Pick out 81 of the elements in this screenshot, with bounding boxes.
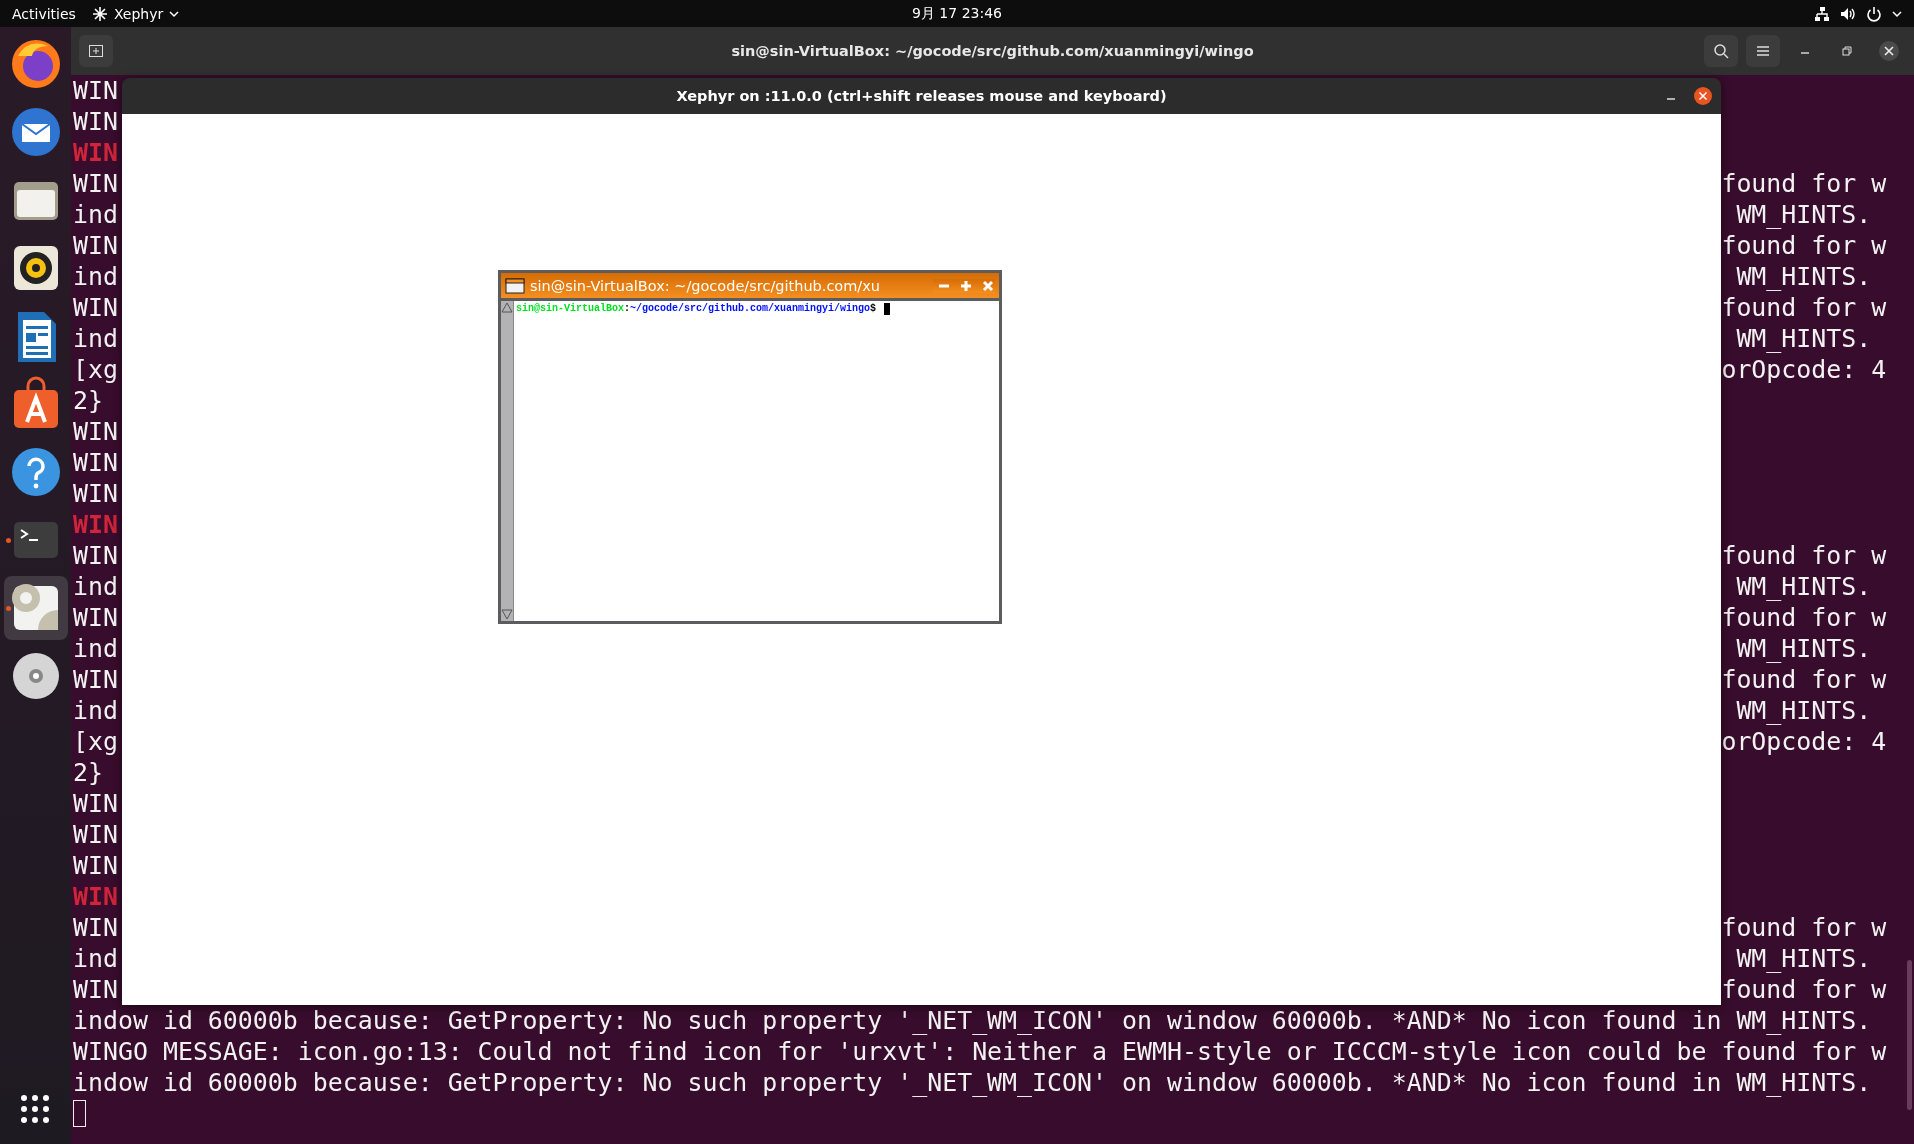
terminal-text: found for w xyxy=(1721,912,1887,943)
network-icon[interactable] xyxy=(1814,5,1830,22)
caret-icon xyxy=(169,9,180,18)
terminal-text: indow id 60000b because: GetProperty: No such property '_NET_WM_ICON' on window 60000b. *AND* No icon found in WM_HINTS. xyxy=(73,1005,1872,1036)
terminal-text: indow id 60000b because: GetProperty: No such property '_NET_WM_ICON' on window 60000b. *AND* No icon found in WM_HINTS. xyxy=(73,1067,1872,1098)
sparkle-icon xyxy=(91,5,108,22)
terminal-text: ind xyxy=(73,571,118,602)
terminal-text: WM_HINTS. xyxy=(1735,261,1872,292)
scrollbar-thumb[interactable] xyxy=(1907,960,1912,1110)
terminal-text: WIN xyxy=(73,912,118,943)
terminal-text: WIN xyxy=(73,509,118,540)
window-icon xyxy=(505,277,525,294)
app-grid-icon[interactable] xyxy=(18,1092,52,1126)
terminal-text: ind xyxy=(73,199,118,230)
text-cursor xyxy=(884,303,891,315)
down-arrow-icon[interactable] xyxy=(501,609,513,621)
terminal-text: WIN xyxy=(73,447,118,478)
terminal-text: found for w xyxy=(1721,168,1887,199)
window-title: sin@sin-VirtualBox: ~/gocode/src/github.com/xuanmingyi/wingo xyxy=(731,43,1254,59)
terminal-text: WIN xyxy=(73,540,118,571)
terminal-text: found for w xyxy=(1721,974,1887,1005)
terminal-text: WIN xyxy=(73,664,118,695)
terminal-text: [xg xyxy=(73,354,118,385)
new-tab-button[interactable] xyxy=(79,35,113,67)
terminal-text: WM_HINTS. xyxy=(1735,571,1872,602)
terminal-text: found for w xyxy=(1721,292,1887,323)
terminal-text: WIN xyxy=(73,106,118,137)
terminal-text: WM_HINTS. xyxy=(1735,633,1872,664)
close-icon[interactable] xyxy=(1693,86,1713,106)
dock-item[interactable] xyxy=(3,576,68,640)
caret-icon[interactable] xyxy=(1892,9,1902,18)
terminal-text: WIN xyxy=(73,788,118,819)
terminal-text: ind xyxy=(73,695,118,726)
window-title: sin@sin-VirtualBox: ~/gocode/src/github.com/xu xyxy=(530,277,880,294)
terminal-text: WIN xyxy=(73,137,118,168)
terminal-text: orOpcode: 4 xyxy=(1721,726,1887,757)
terminal-text: WINGO MESSAGE: icon.go:13: Could not find icon for 'urxvt': Neither a EWMH-style or ICCCM-style icon could be found for w xyxy=(73,1036,1887,1067)
activities-button[interactable]: Activities xyxy=(12,0,84,27)
terminal-text: ind xyxy=(73,633,118,664)
terminal-text: WM_HINTS. xyxy=(1735,199,1872,230)
terminal-text: found for w xyxy=(1721,602,1887,633)
terminal-text: found for w xyxy=(1721,664,1887,695)
menu-button[interactable] xyxy=(1746,35,1780,67)
menu-icon xyxy=(1756,45,1770,57)
search-button[interactable] xyxy=(1704,35,1738,67)
terminal-text: ind xyxy=(73,323,118,354)
terminal-text: WIN xyxy=(73,974,118,1005)
terminal-text: 2} xyxy=(73,385,103,416)
terminal-text: WIN xyxy=(73,230,118,261)
terminal-text: WIN xyxy=(73,478,118,509)
maximize-icon[interactable] xyxy=(959,278,973,293)
terminal-text: ind xyxy=(73,261,118,292)
terminal-text: WM_HINTS. xyxy=(1735,323,1872,354)
shell-prompt: sin@sin-VirtualBox:~/gocode/src/github.com/xuanmingyi/wingo$ xyxy=(515,302,878,316)
terminal-text: orOpcode: 4 xyxy=(1721,354,1887,385)
terminal-text: WIN xyxy=(73,602,118,633)
terminal-text: WIN xyxy=(73,881,118,912)
power-icon[interactable] xyxy=(1866,5,1882,22)
terminal-text: WIN xyxy=(73,292,118,323)
terminal-text: [xg xyxy=(73,726,118,757)
terminal-text: found for w xyxy=(1721,540,1887,571)
terminal-text: WM_HINTS. xyxy=(1735,695,1872,726)
terminal-text: ind xyxy=(73,943,118,974)
terminal-text: WM_HINTS. xyxy=(1735,943,1872,974)
terminal-text: WIN xyxy=(73,168,118,199)
clock[interactable]: 9月 17 23:46 xyxy=(904,0,1010,27)
terminal-text: WIN xyxy=(73,75,118,106)
terminal-text: WIN xyxy=(73,819,118,850)
close-icon xyxy=(1878,40,1900,62)
window-title: Xephyr on :11.0.0 (ctrl+shift releases mouse and keyboard) xyxy=(676,88,1167,104)
terminal-text: found for w xyxy=(1721,230,1887,261)
new-tab-icon xyxy=(88,43,104,59)
restore-icon xyxy=(1842,46,1852,56)
search-icon xyxy=(1713,43,1729,59)
text-cursor xyxy=(73,1100,86,1127)
scrollbar[interactable] xyxy=(501,301,514,621)
app-menu[interactable]: Xephyr xyxy=(83,0,188,27)
terminal-text: WIN xyxy=(73,416,118,447)
up-arrow-icon[interactable] xyxy=(501,301,513,313)
terminal-text: 2} xyxy=(73,757,103,788)
terminal-text: WIN xyxy=(73,850,118,881)
